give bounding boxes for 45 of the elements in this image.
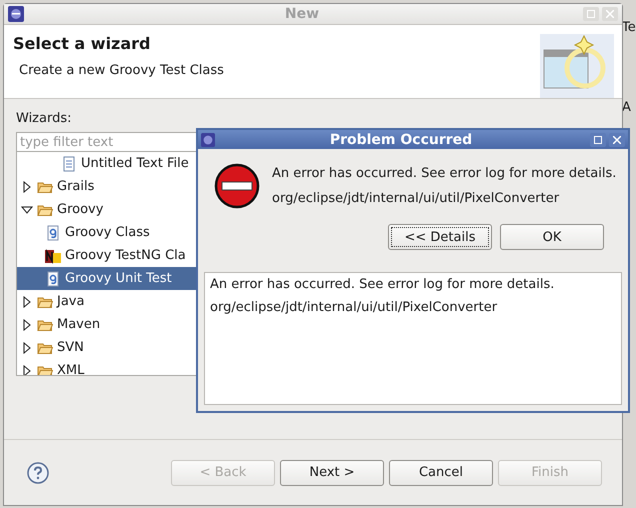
- maximize-icon: [587, 10, 595, 18]
- error-icon: [214, 163, 260, 209]
- collapse-icon[interactable]: [21, 204, 33, 216]
- close-icon: [613, 136, 621, 144]
- background-text: A: [622, 100, 632, 115]
- details-line: An error has occurred. See error log for more details.: [210, 277, 556, 292]
- tree-item[interactable]: Maven: [17, 313, 200, 336]
- dialog-button[interactable]: << Details: [388, 224, 492, 250]
- window-title: New: [284, 6, 320, 22]
- page-description: Create a new Groovy Test Class: [18, 63, 225, 78]
- tree-item[interactable]: Groovy: [17, 198, 200, 221]
- maximize-icon: [594, 136, 602, 144]
- close-button[interactable]: [609, 132, 625, 146]
- maximize-button[interactable]: [590, 132, 606, 146]
- dialog-title: Problem Occurred: [328, 132, 474, 148]
- tree-item[interactable]: Groovy Class: [17, 221, 200, 244]
- groovy-file-icon: [45, 224, 61, 240]
- dialog-button[interactable]: OK: [500, 224, 604, 250]
- page-title: Select a wizard: [13, 34, 152, 53]
- wizard-button[interactable]: Next >: [280, 460, 384, 486]
- error-detail: org/eclipse/jdt/internal/ui/util/PixelConverter: [272, 191, 560, 206]
- error-message: An error has occurred. See error log for more details.: [272, 166, 616, 181]
- help-icon[interactable]: [26, 460, 50, 484]
- background-text: Te: [622, 20, 636, 35]
- expand-icon[interactable]: [21, 180, 33, 192]
- tree-item[interactable]: Groovy TestNG Cla: [17, 244, 200, 267]
- details-line: org/eclipse/jdt/internal/ui/util/PixelConverter: [210, 300, 498, 315]
- expand-icon[interactable]: [21, 342, 33, 354]
- groovy-file-icon: [45, 270, 61, 286]
- testng-icon: [45, 248, 61, 264]
- expand-icon[interactable]: [21, 364, 33, 375]
- tree-item[interactable]: Grails: [17, 175, 200, 198]
- eclipse-icon: [201, 132, 215, 146]
- expand-icon[interactable]: [21, 296, 33, 308]
- wizard-button[interactable]: Cancel: [389, 460, 493, 486]
- tree-item[interactable]: SVN: [17, 336, 200, 359]
- tree-item[interactable]: Java: [17, 290, 200, 313]
- wizards-label: Wizards:: [16, 111, 72, 126]
- eclipse-icon: [8, 6, 24, 22]
- close-icon: [606, 10, 614, 18]
- expand-icon[interactable]: [21, 318, 33, 330]
- document-icon: [61, 156, 77, 172]
- wizard-banner-icon: [540, 34, 614, 98]
- tree-item[interactable]: XML: [17, 359, 200, 375]
- tree-item[interactable]: Untitled Text File: [17, 152, 200, 175]
